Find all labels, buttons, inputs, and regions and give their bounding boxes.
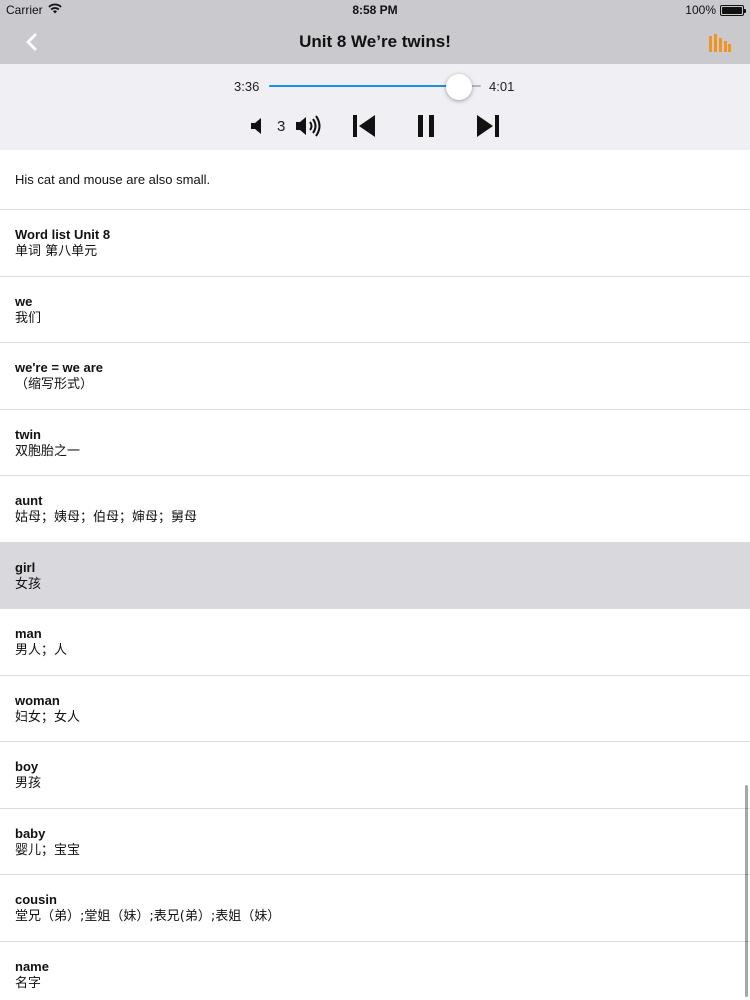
meaning-label: 女孩	[15, 576, 42, 592]
previous-track-button[interactable]	[350, 110, 378, 142]
word-label: name	[15, 958, 49, 974]
list-item[interactable]: twin 双胞胎之一	[0, 410, 750, 476]
meaning-label: 堂兄（弟）;堂姐（妹）;表兄(弟）;表姐（妹）	[15, 909, 281, 924]
next-track-button[interactable]	[474, 110, 502, 142]
skip-back-icon	[353, 115, 375, 137]
current-time: 3:36	[234, 79, 260, 94]
meaning-label: 双胞胎之一	[15, 443, 81, 459]
meaning-label: 单词 第八单元	[15, 244, 98, 259]
playback-controls: 3	[0, 110, 750, 142]
scrollbar[interactable]	[745, 785, 748, 997]
meaning-label: 男孩	[15, 776, 42, 791]
word-list: His cat and mouse are also small. Word l…	[0, 150, 750, 1000]
meaning-label: 我们	[15, 310, 42, 326]
stats-button[interactable]	[708, 32, 732, 54]
volume-down-button[interactable]	[246, 110, 268, 142]
page-title: Unit 8 We’re twins!	[299, 32, 451, 51]
volume-up-button[interactable]	[293, 110, 327, 142]
battery-level	[722, 6, 742, 14]
word-label: man	[15, 626, 42, 641]
list-item[interactable]: man 男人；人	[0, 609, 750, 676]
word-label: we're = we are	[15, 360, 104, 375]
list-item[interactable]: baby 婴儿；宝宝	[0, 809, 750, 875]
word-label: Word list Unit 8	[15, 227, 111, 242]
list-item[interactable]: we're = we are （缩写形式）	[0, 343, 750, 410]
list-item[interactable]: Word list Unit 8 单词 第八单元	[0, 210, 750, 277]
meaning-label: 姑母；姨母；伯母；婶母；舅母	[15, 510, 198, 525]
navigation-bar: Unit 8 We’re twins!	[0, 20, 750, 64]
status-right: 100%	[685, 3, 746, 17]
speaker-high-icon	[296, 115, 321, 137]
list-item[interactable]: girl 女孩	[0, 542, 750, 609]
meaning-label: 男人；人	[15, 643, 68, 658]
list-item[interactable]: name 名字	[0, 942, 750, 1000]
total-time: 4:01	[489, 79, 515, 94]
volume-level: 3	[277, 118, 286, 135]
meaning-label: 婴儿；宝宝	[15, 842, 81, 858]
skip-forward-icon	[477, 115, 499, 137]
list-item[interactable]: woman 妇女；女人	[0, 676, 750, 742]
progress-fill	[269, 85, 459, 87]
status-time: 8:58 PM	[352, 3, 398, 17]
meaning-label: 妇女；女人	[15, 709, 81, 725]
word-label: we	[15, 293, 33, 309]
audio-player: 3:36 4:01 3	[0, 64, 750, 150]
word-label: woman	[15, 692, 60, 708]
pause-icon	[418, 115, 434, 137]
list-item[interactable]: cousin 堂兄（弟）;堂姐（妹）;表兄(弟）;表姐（妹）	[0, 875, 750, 942]
pause-button[interactable]	[413, 110, 439, 142]
list-item[interactable]: boy 男孩	[0, 742, 750, 809]
word-label: twin	[15, 426, 41, 442]
sentence-text: His cat and mouse are also small.	[15, 172, 211, 187]
bar-chart-icon	[709, 34, 731, 52]
progress-thumb[interactable]	[445, 74, 472, 100]
speaker-low-icon	[251, 118, 261, 134]
meaning-label: 名字	[15, 975, 42, 991]
battery-percent: 100%	[685, 3, 716, 17]
word-label: baby	[15, 825, 46, 841]
word-label: boy	[15, 759, 39, 774]
status-bar: Carrier 8:58 PM 100%	[0, 0, 750, 20]
word-label: aunt	[15, 493, 43, 508]
word-label: cousin	[15, 892, 57, 907]
meaning-label: （缩写形式）	[15, 377, 94, 392]
battery-icon	[720, 4, 746, 16]
list-item[interactable]: we 我们	[0, 277, 750, 343]
sentence-row[interactable]: His cat and mouse are also small.	[0, 150, 750, 210]
list-item[interactable]: aunt 姑母；姨母；伯母；婶母；舅母	[0, 476, 750, 543]
word-label: girl	[15, 559, 36, 575]
